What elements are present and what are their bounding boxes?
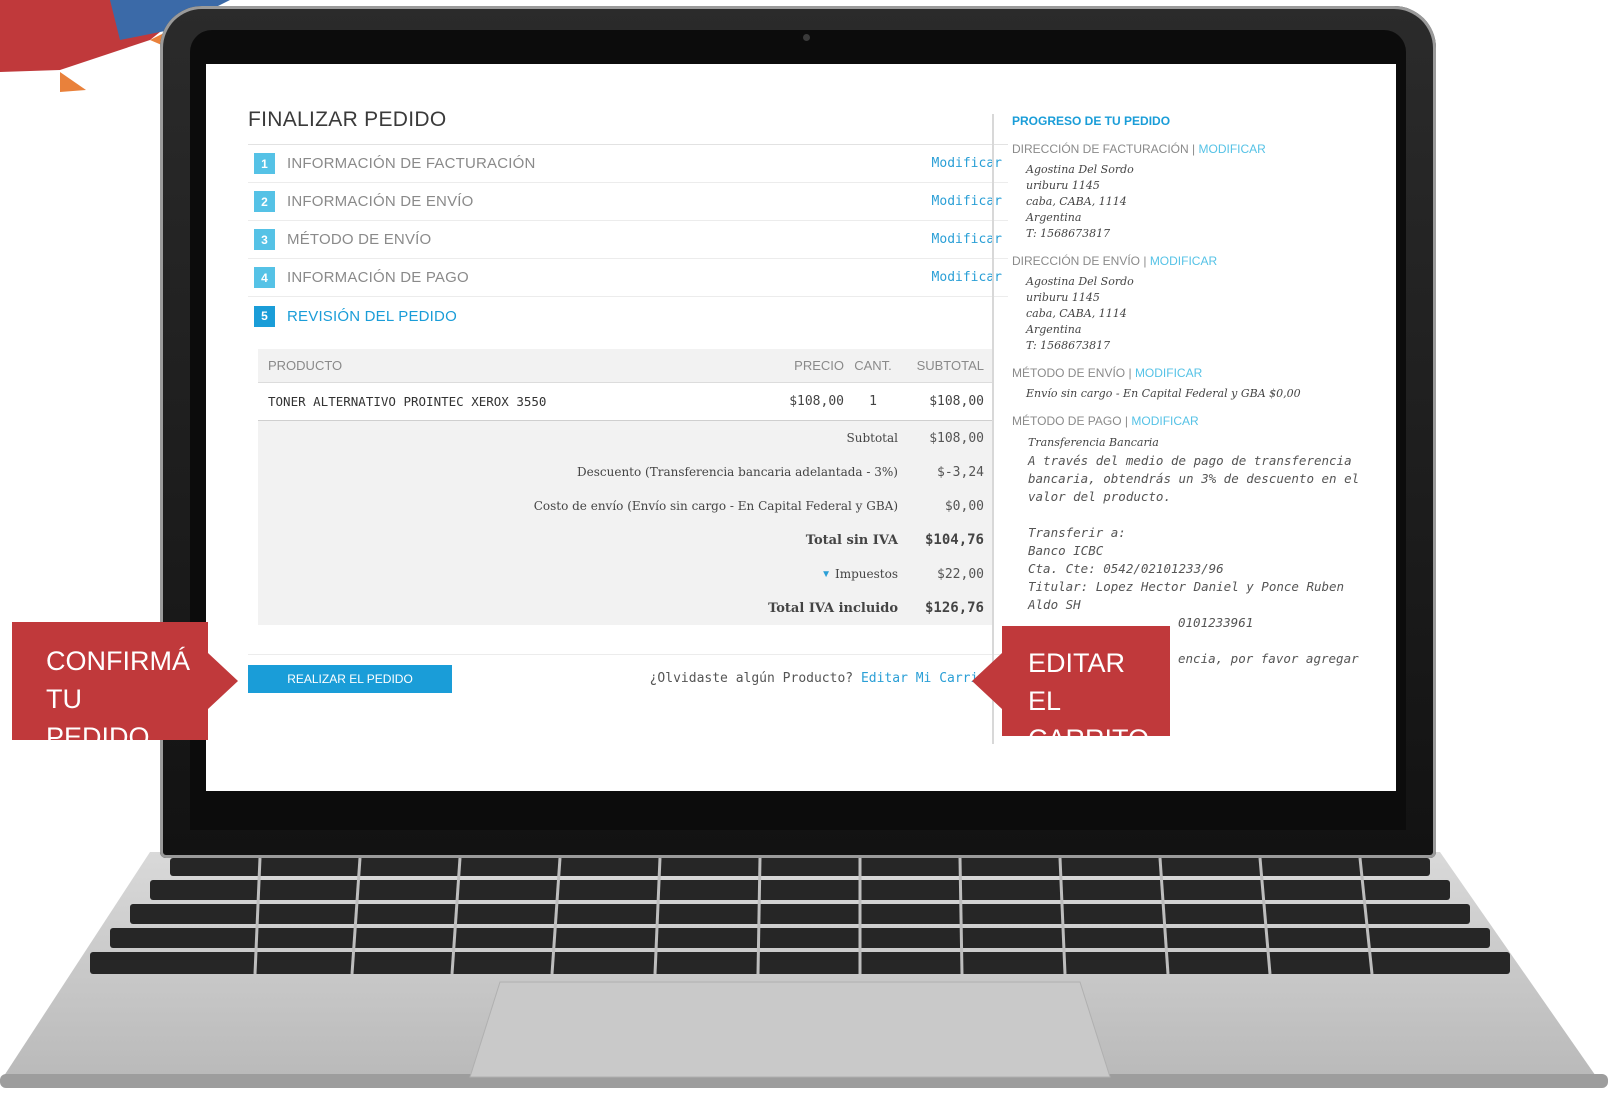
product-subtotal: $108,00 (929, 394, 984, 409)
billing-address: Agostina Del Sordo uriburu 1145 caba, CA… (1012, 162, 1372, 242)
sidebar-title: PROGRESO DE TU PEDIDO (1012, 114, 1171, 128)
callout-line: TU PEDIDO (46, 684, 150, 752)
step-label: REVISIÓN DEL PEDIDO (287, 307, 457, 325)
step-number: 2 (254, 191, 275, 212)
address-line: caba, CABA, 1114 (1026, 307, 1127, 320)
step-number: 3 (254, 229, 275, 250)
modify-shipping-method-link[interactable]: MODIFICAR (1135, 366, 1202, 380)
totals-row-grand-total: Total IVA incluido $126,76 (258, 591, 994, 625)
column-header-qty: CANT. (854, 358, 892, 373)
place-order-button[interactable]: REALIZAR EL PEDIDO (248, 665, 452, 693)
bank-name: Banco ICBC (1028, 543, 1104, 558)
totals-row-shipping: Costo de envío (Envío sin cargo - En Cap… (258, 489, 994, 523)
forgot-text: ¿Olvidaste algún Producto? (649, 671, 854, 686)
totals-label: Descuento (Transferencia bancaria adelan… (577, 465, 898, 479)
totals-value: $-3,24 (937, 464, 984, 480)
totals-label: Total sin IVA (805, 532, 898, 548)
payment-title: Transferencia Bancaria (1028, 436, 1159, 449)
address-line: uriburu 1145 (1026, 179, 1100, 192)
column-header-price: PRECIO (794, 358, 844, 373)
step-number: 1 (254, 153, 275, 174)
step-number: 5 (254, 305, 275, 327)
stage: FINALIZAR PEDIDO 1 INFORMACIÓN DE FACTUR… (0, 0, 1608, 1097)
caret-down-icon[interactable]: ▼ (821, 569, 831, 580)
address-line: T: 1568673817 (1026, 227, 1111, 240)
step-label: MÉTODO DE ENVÍO (287, 231, 432, 248)
totals-row-subtotal: Subtotal $108,00 (258, 421, 994, 455)
shipping-address-heading: DIRECCIÓN DE ENVÍO | MODIFICAR (1012, 254, 1218, 268)
step-label: INFORMACIÓN DE ENVÍO (287, 193, 474, 210)
checkout-main: FINALIZAR PEDIDO 1 INFORMACIÓN DE FACTUR… (248, 108, 1008, 625)
totals-label: Total IVA incluido (768, 600, 898, 616)
totals-label: Costo de envío (Envío sin cargo - En Cap… (533, 499, 898, 513)
totals-value: $108,00 (929, 430, 984, 446)
totals-value: $22,00 (937, 566, 984, 582)
modify-payment-method-link[interactable]: MODIFICAR (1131, 414, 1198, 428)
table-header: PRODUCTO PRECIO CANT. SUBTOTAL (258, 349, 994, 383)
address-line: Argentina (1026, 323, 1082, 336)
page-title: FINALIZAR PEDIDO (248, 108, 1008, 145)
step-shipping-info[interactable]: 2 INFORMACIÓN DE ENVÍO Modificar (248, 183, 1008, 221)
callout-edit-cart: EDITAR EL CARRITO (972, 626, 1170, 754)
address-line: Agostina Del Sordo (1026, 275, 1134, 288)
totals-row-taxes[interactable]: ▼ Impuestos $22,00 (258, 557, 994, 591)
order-actions: REALIZAR EL PEDIDO ¿Olvidaste algún Prod… (248, 654, 1008, 702)
totals-label[interactable]: Impuestos (835, 567, 898, 581)
billing-address-heading: DIRECCIÓN DE FACTURACIÓN | MODIFICAR (1012, 142, 1266, 156)
address-line: Agostina Del Sordo (1026, 163, 1134, 176)
laptop-base (0, 852, 1608, 1088)
bank-account: Cta. Cte: 0542/02101233/96 (1028, 561, 1224, 576)
column-header-subtotal: SUBTOTAL (916, 358, 984, 373)
step-shipping-method[interactable]: 3 MÉTODO DE ENVÍO Modificar (248, 221, 1008, 259)
table-row: TONER ALTERNATIVO PROINTEC XEROX 3550 $1… (258, 383, 994, 421)
product-price: $108,00 (789, 394, 844, 409)
product-name: TONER ALTERNATIVO PROINTEC XEROX 3550 (268, 394, 547, 409)
totals-value: $0,00 (944, 498, 984, 514)
callout-line: CARRITO (1028, 724, 1150, 754)
callout-line: EDITAR EL (1028, 648, 1126, 716)
callout-confirm-order: CONFIRMÁ TU PEDIDO (12, 622, 238, 752)
modify-shipping-address-link[interactable]: MODIFICAR (1150, 254, 1217, 268)
address-line: Argentina (1026, 211, 1082, 224)
step-payment-info[interactable]: 4 INFORMACIÓN DE PAGO Modificar (248, 259, 1008, 297)
step-label: INFORMACIÓN DE PAGO (287, 269, 469, 286)
shipping-method-text: Envío sin cargo - En Capital Federal y G… (1026, 387, 1301, 400)
address-line: T: 1568673817 (1026, 339, 1111, 352)
laptop-screen: FINALIZAR PEDIDO 1 INFORMACIÓN DE FACTUR… (206, 64, 1396, 791)
callout-line: CONFIRMÁ (46, 646, 190, 676)
heading-text: DIRECCIÓN DE FACTURACIÓN (1012, 142, 1189, 156)
modify-billing-address-link[interactable]: MODIFICAR (1198, 142, 1265, 156)
heading-text: MÉTODO DE ENVÍO (1012, 366, 1126, 380)
address-line: uriburu 1145 (1026, 291, 1100, 304)
step-label: INFORMACIÓN DE FACTURACIÓN (287, 155, 536, 172)
step-billing-info[interactable]: 1 INFORMACIÓN DE FACTURACIÓN Modificar (248, 145, 1008, 183)
totals-label: Subtotal (846, 431, 899, 445)
forgot-product-prompt: ¿Olvidaste algún Producto? Editar Mi Car… (650, 671, 994, 686)
totals-row-without-tax: Total sin IVA $104,76 (258, 523, 994, 557)
totals-value: $126,76 (924, 600, 984, 616)
webcam (803, 34, 810, 41)
transfer-label: Transferir a: (1028, 525, 1126, 540)
address-line: caba, CABA, 1114 (1026, 195, 1127, 208)
totals-value: $104,76 (924, 532, 984, 548)
account-holder: Titular: Lopez Hector Daniel y Ponce Rub… (1028, 579, 1345, 612)
payment-method-heading: MÉTODO DE PAGO | MODIFICAR (1012, 414, 1199, 428)
shipping-method-heading: MÉTODO DE ENVÍO | MODIFICAR (1012, 366, 1203, 380)
product-qty: 1 (869, 394, 877, 409)
heading-text: MÉTODO DE PAGO (1012, 414, 1122, 428)
column-header-product: PRODUCTO (268, 358, 343, 373)
step-number: 4 (254, 267, 275, 288)
heading-text: DIRECCIÓN DE ENVÍO (1012, 254, 1141, 268)
shipping-address: Agostina Del Sordo uriburu 1145 caba, CA… (1012, 274, 1372, 354)
payment-description: A través del medio de pago de transferen… (1028, 453, 1360, 504)
totals-row-discount: Descuento (Transferencia bancaria adelan… (258, 455, 994, 489)
order-review-table: PRODUCTO PRECIO CANT. SUBTOTAL TONER ALT… (258, 349, 994, 625)
step-order-review: 5 REVISIÓN DEL PEDIDO (248, 297, 1008, 335)
